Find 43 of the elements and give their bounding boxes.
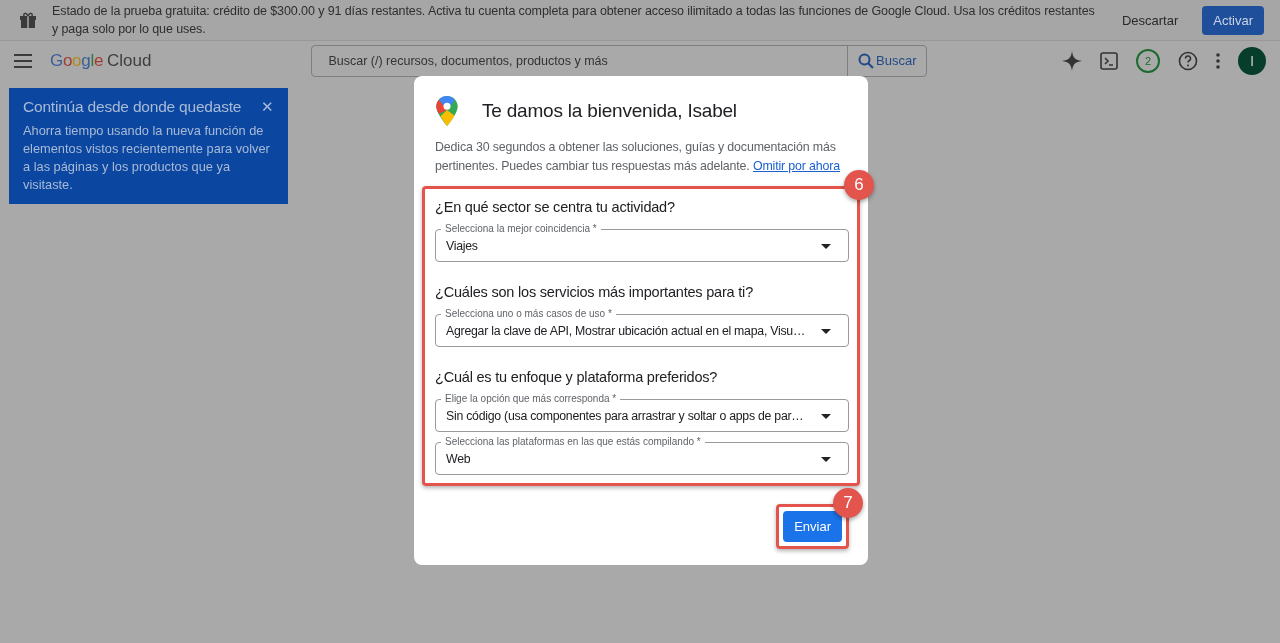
field-value: Viajes [446,239,479,253]
map-pin-icon [436,96,458,126]
dropdown-field[interactable]: Elige la opción que más corresponda * Sin código (usa componentes para arrastrar y soltar o apps de par… [435,391,849,432]
search-icon [858,52,874,69]
dropdown-field[interactable]: Selecciona la mejor coincidencia * Viajes [435,221,849,262]
intro-text: Dedica 30 segundos a obtener las soluciones, guías y documentación más pertinentes. Puedes cambiar tus respuestas más adelante. Omitir por ahora [435,139,842,175]
tooltip-text: Ahorra tiempo usando la nueva función de elementos vistos recientemente para volver a las páginas y los productos que ya visitaste. [23,122,271,194]
field-label: Selecciona la mejor coincidencia * [441,222,601,235]
sparkle-icon[interactable] [1062,50,1082,71]
more-icon[interactable] [1216,52,1220,69]
activate-button[interactable]: Activar [1202,5,1264,35]
caret-icon [821,243,831,249]
submit-button[interactable]: Enviar [783,511,842,542]
field-label: Selecciona uno o más casos de uso * [441,307,616,320]
logo[interactable]: Google Cloud [50,50,152,71]
dropdown-field[interactable]: Selecciona uno o más casos de uso * Agregar la clave de API, Mostrar ubicación actual en el mapa, Visu… [435,306,849,347]
search-field[interactable]: Buscar (/) recursos, documentos, productos y más Buscar [311,44,928,77]
field-value: Web [446,452,472,466]
dismiss-button[interactable]: Descartar [1111,6,1189,34]
field-value: Sin código (usa componentes para arrastrar y soltar o apps de par… [446,409,805,423]
close-button[interactable]: ✕ [261,98,274,116]
dialog-title: Te damos la bienvenida, Isabel [482,100,737,122]
step-badge: 7 [833,488,863,518]
trial-status-text: Estado de la prueba gratuita: crédito de $300.00 y 91 días restantes. Activa tu cuenta completa para obtener acceso ilimitado a todas las funciones de Google Cloud. Usa los créditos restantes y paga solo por lo que uses. [52,3,1096,38]
dropdown-field[interactable]: Selecciona las plataformas en las que estás compilando * Web [435,434,849,475]
gift-icon [18,10,38,30]
menu-icon[interactable] [14,53,32,68]
caret-icon [821,328,831,334]
question-title: ¿Cuáles son los servicios más importantes para ti? [435,284,754,300]
avatar[interactable]: I [1238,46,1266,75]
caret-icon [821,413,831,419]
question-title: ¿En qué sector se centra tu actividad? [435,199,676,215]
field-label: Elige la opción que más corresponda * [441,392,621,405]
search-button[interactable]: Buscar [847,45,927,76]
terminal-icon[interactable] [1100,51,1118,70]
help-icon[interactable] [1178,50,1198,71]
question-title: ¿Cuál es tu enfoque y plataforma preferidos? [435,369,719,385]
caret-icon [821,456,831,462]
field-label: Selecciona las plataformas en las que estás compilando * [441,435,705,448]
skip-link[interactable]: Omitir por ahora [752,159,841,173]
field-value: Agregar la clave de API, Mostrar ubicación actual en el mapa, Visu… [446,324,806,338]
step-badge: 6 [844,170,874,200]
tooltip-title: Continúa desde donde quedaste [23,98,242,116]
